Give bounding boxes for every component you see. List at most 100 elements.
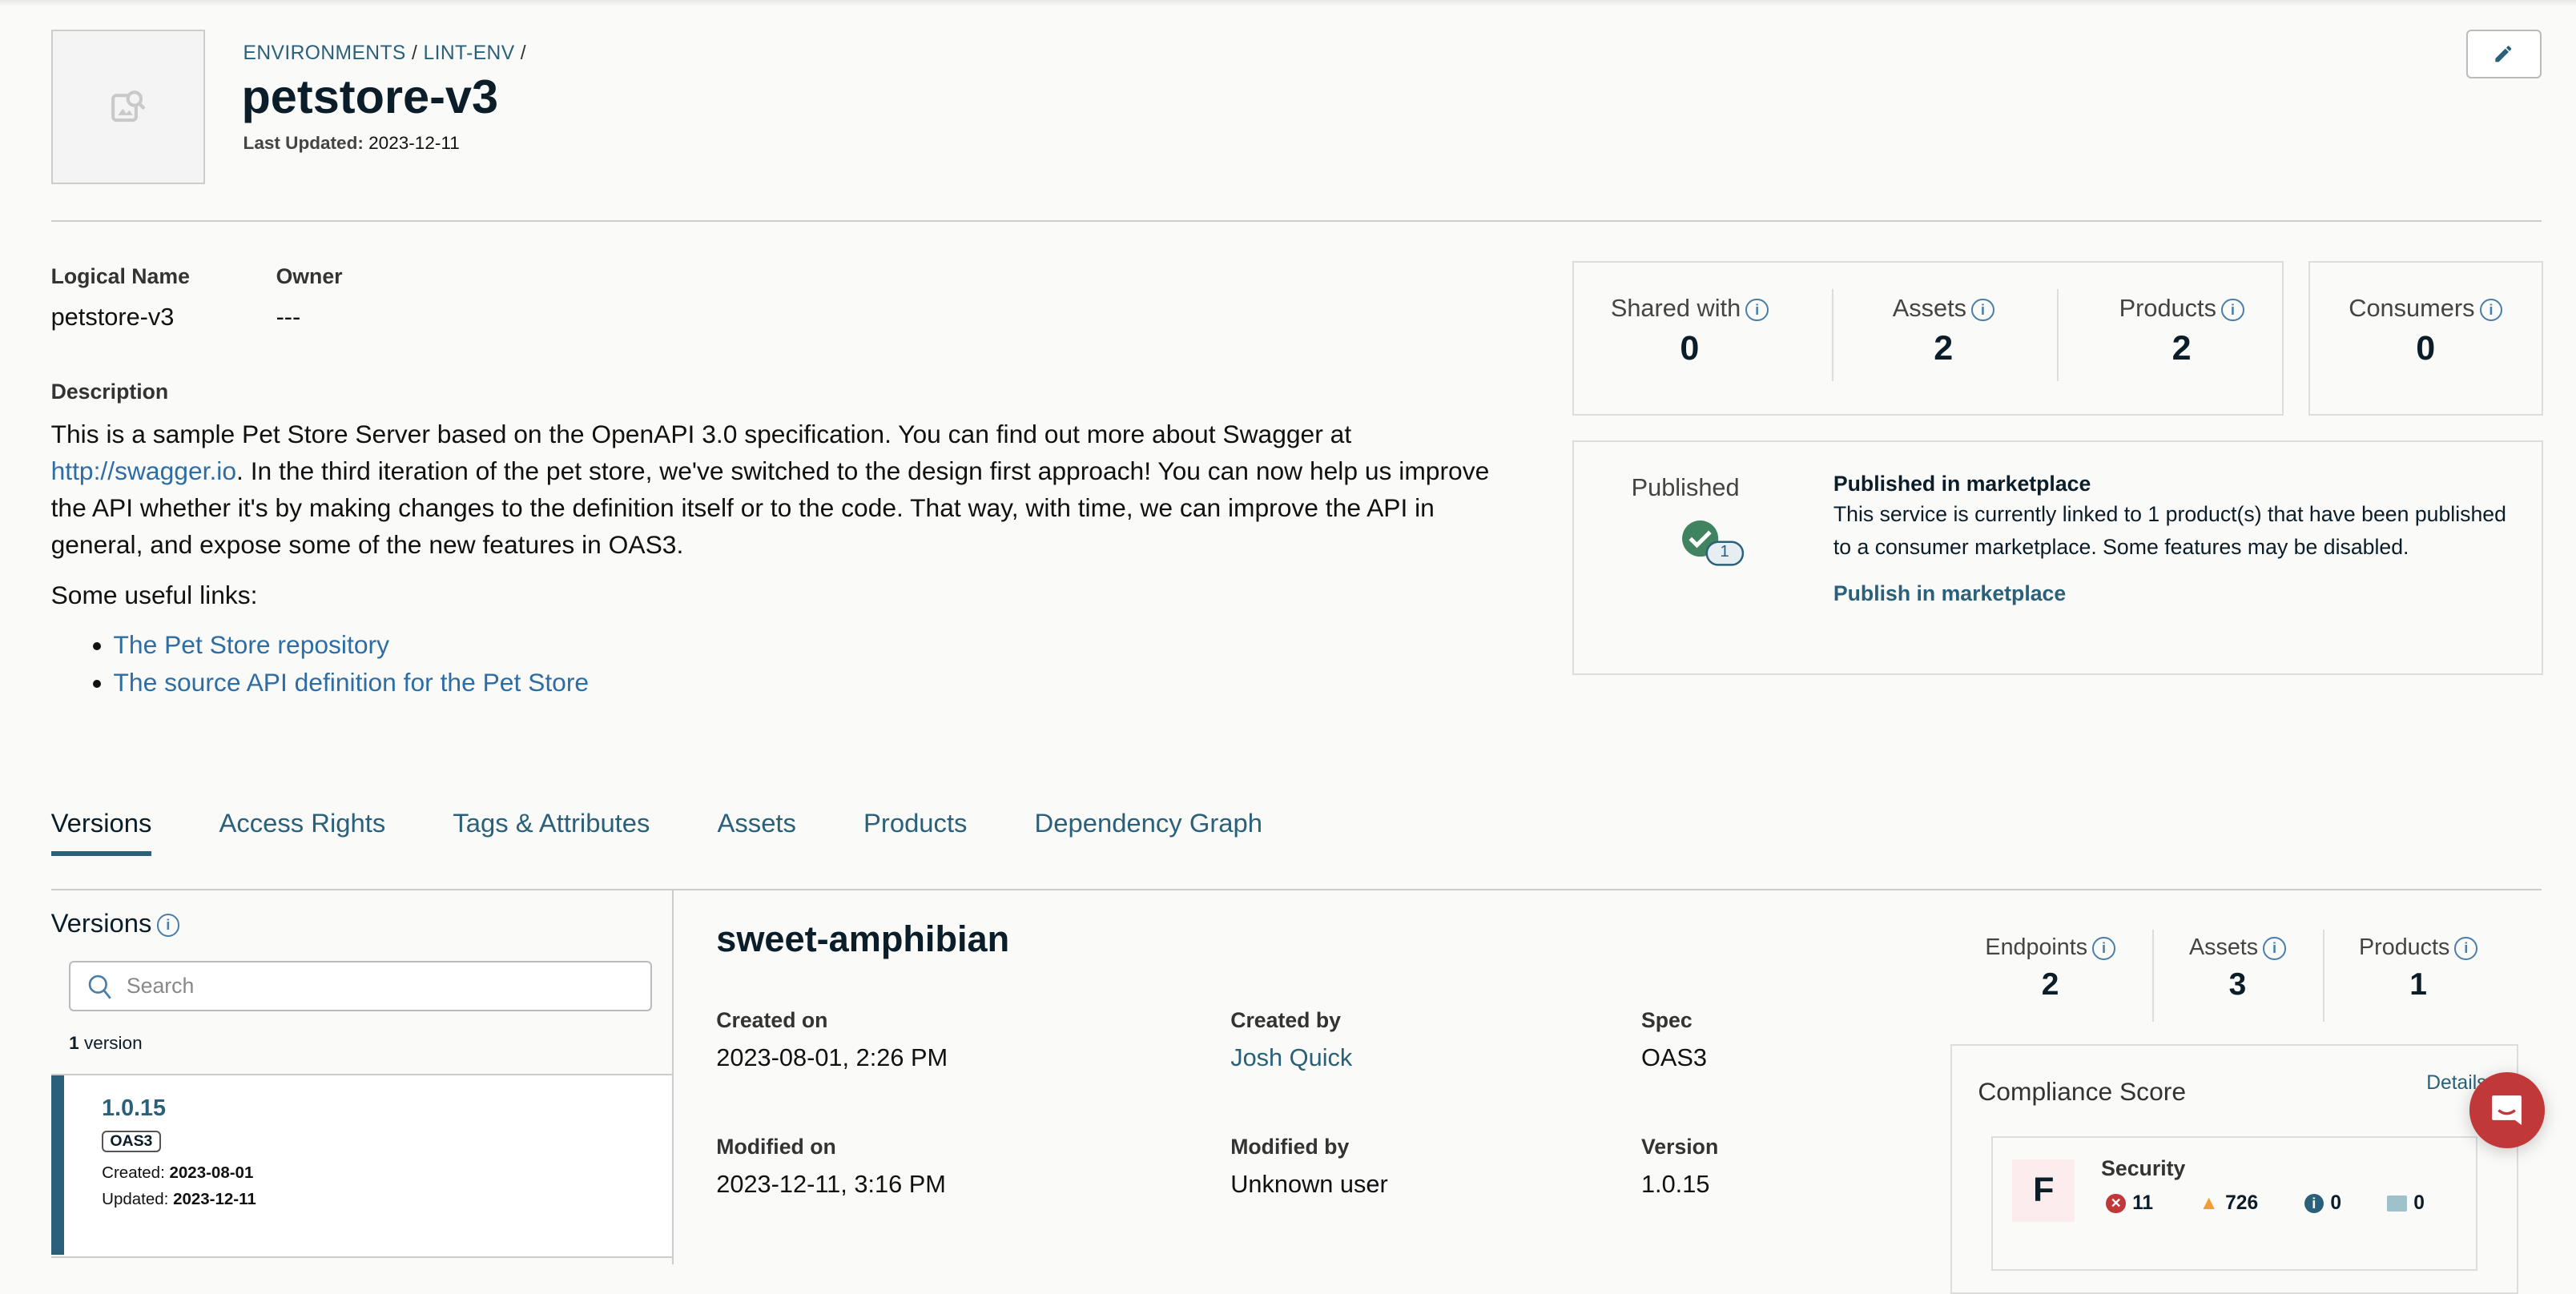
security-score-card: F Security ✕ 11 ▲ 726 i 0 0 <box>1990 1136 2477 1272</box>
stat-value: 1 <box>2409 967 2427 1003</box>
divider <box>2151 929 2154 1022</box>
version-count-label: version <box>83 1033 143 1054</box>
breadcrumb-environments[interactable]: ENVIRONMENTS <box>244 42 406 64</box>
divider <box>2056 288 2059 381</box>
tab-bar: Versions Access Rights Tags & Attributes… <box>50 808 1262 857</box>
field-value: OAS3 <box>1640 1043 1707 1071</box>
info-icon[interactable]: i <box>2092 937 2115 960</box>
updated-value: 2023-12-11 <box>173 1189 256 1208</box>
stat-consumers: Consumers i 0 <box>2310 294 2542 368</box>
field-value: 2023-08-01, 2:26 PM <box>716 1043 948 1071</box>
search-icon <box>88 975 111 999</box>
consumers-card: Consumers i 0 <box>2308 261 2543 416</box>
stat-products: Products i 2 <box>2067 294 2296 368</box>
last-updated-label: Last Updated: <box>243 133 364 154</box>
info-icon[interactable]: i <box>156 914 180 937</box>
created-by-field: Created by Josh Quick <box>1230 1008 1352 1071</box>
tab-assets[interactable]: Assets <box>718 808 796 856</box>
breadcrumb-separator: / <box>520 42 527 65</box>
versions-title: Versions i <box>51 908 180 938</box>
compliance-title: Compliance Score <box>1978 1077 2187 1107</box>
publish-in-marketplace-link[interactable]: Publish in marketplace <box>1833 581 2507 606</box>
pet-store-repository-link[interactable]: The Pet Store repository <box>114 630 389 659</box>
hint-icon <box>2387 1195 2408 1212</box>
stat-version-assets: Assets i 3 <box>2155 934 2320 1003</box>
compliance-card: Compliance Score Details F Security ✕ 11… <box>1950 1044 2519 1294</box>
useful-links-label: Some useful links: <box>50 580 258 609</box>
owner-label: Owner <box>276 264 343 289</box>
grade-badge: F <box>2012 1159 2075 1222</box>
published-count: 1 <box>1720 541 1729 561</box>
stat-label: Endpoints <box>1985 934 2088 961</box>
tab-tags-attributes[interactable]: Tags & Attributes <box>453 808 650 856</box>
warning-count: 726 <box>2225 1192 2259 1214</box>
hint-count: 0 <box>2413 1192 2425 1214</box>
swagger-link[interactable]: http://swagger.io <box>51 456 236 485</box>
tab-versions[interactable]: Versions <box>50 808 152 857</box>
info-icon[interactable]: i <box>1745 298 1769 322</box>
publish-text: This service is currently linked to 1 pr… <box>1833 501 2506 559</box>
field-label: Modified by <box>1230 1135 1350 1159</box>
publish-title: Published in marketplace <box>1833 471 2091 496</box>
tab-access-rights[interactable]: Access Rights <box>219 808 385 856</box>
info-count: 0 <box>2330 1192 2342 1214</box>
breadcrumb: ENVIRONMENTS / LINT-ENV / <box>244 42 527 65</box>
source-api-definition-link[interactable]: The source API definition for the Pet St… <box>114 668 590 697</box>
selected-indicator <box>50 1075 64 1255</box>
created-label: Created: <box>102 1163 165 1183</box>
updated-label: Updated: <box>102 1189 169 1208</box>
tab-products[interactable]: Products <box>863 808 967 856</box>
error-count: 11 <box>2132 1192 2154 1214</box>
chat-button[interactable] <box>2469 1072 2545 1148</box>
image-search-icon <box>111 90 146 122</box>
created-value: 2023-08-01 <box>169 1163 254 1183</box>
last-updated: Last Updated: 2023-12-11 <box>244 133 460 154</box>
page-title: petstore-v3 <box>241 70 499 124</box>
last-updated-value: 2023-12-11 <box>368 133 460 154</box>
info-icon[interactable]: i <box>2454 937 2478 960</box>
field-label: Modified on <box>716 1135 836 1159</box>
info-icon[interactable]: i <box>1971 298 1994 322</box>
info-icon[interactable]: i <box>2221 298 2244 322</box>
stat-label: Products <box>2359 934 2450 961</box>
spec-badge: OAS3 <box>102 1131 161 1153</box>
stat-label: Products <box>2119 294 2216 323</box>
stat-value: 3 <box>2228 967 2247 1003</box>
version-count: 1 version <box>69 1033 143 1054</box>
pencil-icon <box>2495 46 2512 62</box>
description: This is a sample Pet Store Server based … <box>51 416 1497 564</box>
stat-value: 0 <box>1680 329 1700 368</box>
stat-endpoints: Endpoints i 2 <box>1955 934 2146 1003</box>
stats-card: Shared with i 0 Assets i 2 Products i 2 <box>1572 261 2284 416</box>
stat-value: 2 <box>1934 329 1954 368</box>
tab-dependency-graph[interactable]: Dependency Graph <box>1035 808 1262 856</box>
breadcrumb-separator: / <box>411 42 418 65</box>
stat-value: 0 <box>2416 329 2436 368</box>
version-name: sweet-amphibian <box>716 918 1010 959</box>
owner-value: --- <box>276 302 301 331</box>
stat-label: Consumers <box>2349 294 2475 323</box>
logical-name-value: petstore-v3 <box>50 302 175 331</box>
field-label: Created by <box>1230 1008 1341 1033</box>
published-label: Published <box>1631 472 1740 501</box>
spec-field: Spec OAS3 <box>1641 1008 1707 1071</box>
field-label: Version <box>1640 1135 1719 1159</box>
search-placeholder: Search <box>126 974 195 999</box>
field-label: Created on <box>716 1008 828 1033</box>
created-by-link[interactable]: Josh Quick <box>1230 1043 1352 1072</box>
breadcrumb-lint-env[interactable]: LINT-ENV <box>423 42 514 64</box>
version-item-content: 1.0.15 OAS3 Created: 2023-08-01 Updated:… <box>102 1095 256 1209</box>
publish-card: Published 1 Published in marketplace Thi… <box>1572 440 2543 675</box>
stat-assets: Assets i 2 <box>1837 294 2051 368</box>
divider <box>1831 288 1833 381</box>
edit-button[interactable] <box>2465 29 2542 79</box>
divider <box>50 219 2542 222</box>
stat-shared-with: Shared with i 0 <box>1587 294 1792 368</box>
stat-version-products: Products i 1 <box>2326 934 2510 1003</box>
info-icon[interactable]: i <box>2479 298 2503 322</box>
owner-field: Owner --- <box>276 264 343 331</box>
stat-label: Assets <box>1892 294 1967 323</box>
info-icon[interactable]: i <box>2263 937 2286 960</box>
version-search-input[interactable]: Search <box>69 960 653 1012</box>
category-label: Security <box>2101 1155 2186 1180</box>
